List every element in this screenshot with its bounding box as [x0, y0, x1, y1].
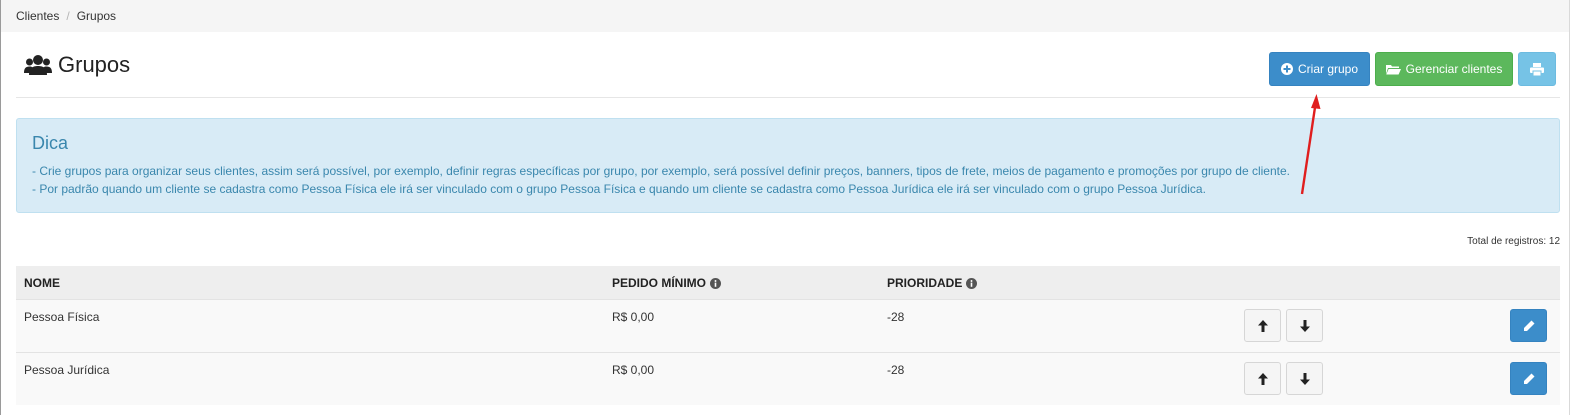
move-up-button[interactable] [1244, 309, 1281, 342]
cell-min-order: R$ 0,00 [612, 363, 655, 377]
print-icon [1530, 62, 1544, 76]
column-header-min-order-label: PEDIDO MÍNIMO [612, 276, 707, 290]
create-group-label: Criar grupo [1297, 62, 1359, 76]
arrow-down-icon [1299, 372, 1310, 385]
cell-priority: -28 [887, 310, 905, 324]
pencil-icon [1523, 320, 1534, 331]
left-border [0, 0, 1, 415]
print-button[interactable] [1518, 52, 1556, 86]
cell-name: Pessoa Jurídica [24, 363, 110, 377]
cell-priority: -28 [887, 363, 905, 377]
column-header-min-order[interactable]: PEDIDO MÍNIMO [612, 276, 722, 290]
plus-circle-icon [1280, 63, 1293, 75]
move-down-button[interactable] [1286, 309, 1323, 342]
arrow-up-icon [1257, 372, 1268, 385]
annotation-arrow [1300, 94, 1321, 195]
breadcrumb-item-grupos: Grupos [76, 9, 117, 23]
page-title: Grupos [58, 52, 131, 77]
manage-clients-label: Gerenciar clientes [1405, 62, 1503, 76]
arrow-down-icon [1299, 319, 1310, 332]
table-row: Pessoa Jurídica R$ 0,00 -28 [16, 352, 1560, 405]
manage-clients-button[interactable]: Gerenciar clientes [1375, 52, 1513, 86]
column-header-name-label: NOME [24, 276, 60, 290]
groups-table: NOME PEDIDO MÍNIMO PRIORIDADE Pessoa Fís… [16, 266, 1560, 405]
move-up-button[interactable] [1244, 362, 1281, 395]
info-icon[interactable] [966, 277, 978, 289]
arrow-up-icon [1257, 319, 1268, 332]
breadcrumb-item-clientes[interactable]: Clientes [16, 9, 59, 23]
create-group-button[interactable]: Criar grupo [1269, 52, 1370, 86]
total-records: Total de registros: 12 [1467, 236, 1560, 247]
column-header-priority-label: PRIORIDADE [887, 276, 963, 290]
info-icon[interactable] [710, 277, 722, 289]
edit-button[interactable] [1510, 362, 1547, 395]
right-border [1569, 0, 1570, 415]
move-down-button[interactable] [1286, 362, 1323, 395]
cell-name: Pessoa Física [24, 310, 100, 324]
pencil-icon [1523, 373, 1534, 384]
breadcrumb: Clientes / Grupos [1, 0, 1569, 32]
table-header: NOME PEDIDO MÍNIMO PRIORIDADE [16, 266, 1560, 299]
edit-button[interactable] [1510, 309, 1547, 342]
column-header-priority[interactable]: PRIORIDADE [887, 276, 978, 290]
cell-min-order: R$ 0,00 [612, 310, 655, 324]
folder-open-icon [1385, 65, 1401, 75]
page-title-wrap: Grupos [24, 52, 130, 78]
breadcrumb-separator: / [66, 9, 70, 23]
table-row: Pessoa Física R$ 0,00 -28 [16, 299, 1560, 352]
users-icon [24, 55, 52, 75]
column-header-name[interactable]: NOME [24, 276, 60, 290]
